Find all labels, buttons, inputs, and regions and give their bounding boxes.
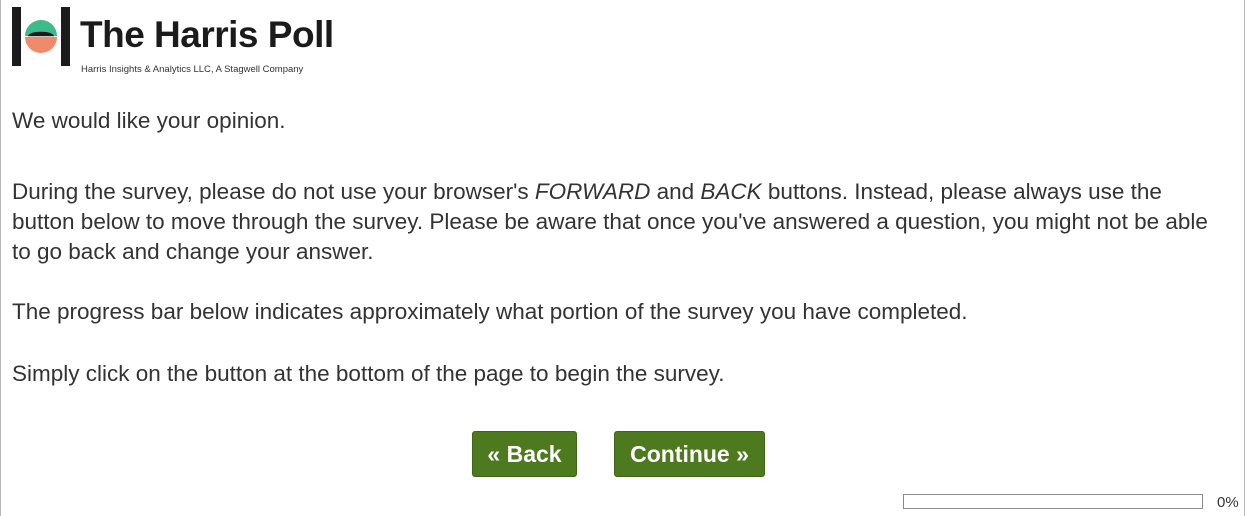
instructions-text: During the survey, please do not use you… bbox=[12, 177, 1212, 267]
brand-name: The Harris Poll bbox=[80, 14, 334, 55]
progress-bar bbox=[903, 494, 1203, 509]
instructions-and: and bbox=[650, 179, 701, 204]
greeting-text: We would like your opinion. bbox=[12, 108, 286, 133]
harris-poll-logo-icon bbox=[12, 7, 70, 66]
brand-subtitle: Harris Insights & Analytics LLC, A Stagw… bbox=[81, 64, 304, 75]
instructions-part1: During the survey, please do not use you… bbox=[12, 179, 535, 204]
forward-word: FORWARD bbox=[534, 179, 651, 204]
back-button[interactable]: « Back bbox=[472, 431, 577, 477]
continue-button[interactable]: Continue » bbox=[614, 431, 765, 477]
navigation-buttons: « Back Continue » bbox=[1, 431, 1247, 477]
header: The Harris Poll Harris Insights & Analyt… bbox=[12, 7, 412, 77]
progress-indicator: 0% bbox=[903, 493, 1243, 513]
progress-note-text: The progress bar below indicates approxi… bbox=[12, 299, 968, 324]
begin-note-text: Simply click on the button at the bottom… bbox=[12, 361, 725, 386]
progress-percent: 0% bbox=[1217, 494, 1239, 511]
back-word: BACK bbox=[700, 179, 762, 204]
survey-page: The Harris Poll Harris Insights & Analyt… bbox=[0, 0, 1245, 516]
